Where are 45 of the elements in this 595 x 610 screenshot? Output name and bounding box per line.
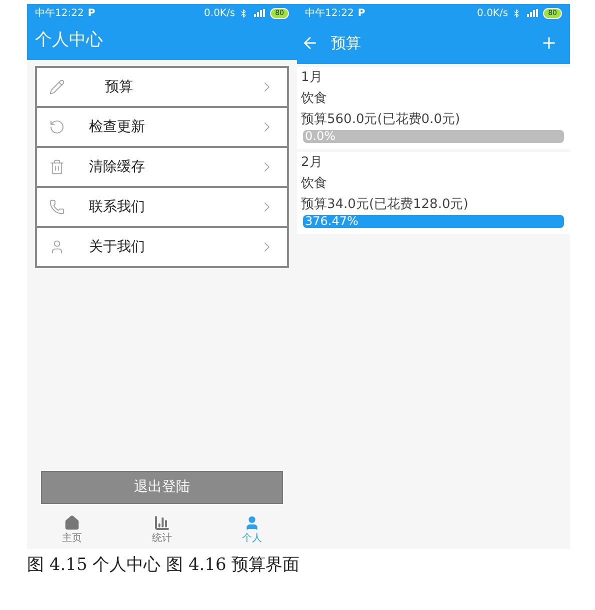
budget-card[interactable]: 1月 饮食 预算560.0元(已花费0.0元) 0.0% xyxy=(297,67,570,149)
bluetooth-icon xyxy=(239,8,248,18)
bar-chart-icon xyxy=(154,514,170,530)
network-speed: 0.0K/s xyxy=(204,6,236,20)
budget-summary: 预算560.0元(已花费0.0元) xyxy=(301,111,462,129)
pencil-icon xyxy=(49,79,65,95)
nav-tab[interactable]: 主页 xyxy=(42,514,102,546)
budget-month: 1月 xyxy=(301,69,324,87)
trash-icon xyxy=(49,159,65,175)
signal-icon xyxy=(252,9,266,17)
status-time: 中午12:22 xyxy=(305,6,354,20)
menu-item[interactable]: 预算 xyxy=(35,66,289,108)
budget-category: 饮食 xyxy=(301,90,328,108)
status-mark: P xyxy=(358,6,366,20)
phone-icon xyxy=(49,199,65,215)
budget-month: 2月 xyxy=(301,154,324,172)
person-icon xyxy=(244,514,260,530)
menu-label: 预算 xyxy=(105,78,134,96)
status-mark: P xyxy=(88,6,96,20)
screen-title: 预算 xyxy=(331,32,362,54)
person-icon xyxy=(49,239,65,255)
menu-label: 关于我们 xyxy=(89,238,146,256)
menu-label: 清除缓存 xyxy=(89,158,146,176)
menu-item[interactable]: 检查更新 xyxy=(35,106,289,148)
progress-percent: 376.47% xyxy=(305,215,358,228)
nav-tab[interactable]: 统计 xyxy=(132,514,192,546)
signal-icon xyxy=(525,9,540,17)
menu-label: 检查更新 xyxy=(89,118,146,136)
back-icon[interactable] xyxy=(301,34,319,52)
budget-category: 饮食 xyxy=(301,175,328,193)
refresh-icon xyxy=(49,119,65,135)
network-speed: 0.0K/s xyxy=(477,6,508,20)
menu-label: 联系我们 xyxy=(89,198,146,216)
home-icon xyxy=(64,514,80,530)
progress-percent: 0.0% xyxy=(305,130,336,143)
menu-item[interactable]: 联系我们 xyxy=(35,186,289,228)
budget-card[interactable]: 2月 饮食 预算34.0元(已花费128.0元) 376.47% xyxy=(297,152,570,234)
budget-summary: 预算34.0元(已花费128.0元) xyxy=(301,196,470,214)
bluetooth-icon xyxy=(512,8,522,18)
add-icon[interactable] xyxy=(540,34,558,52)
menu-item[interactable]: 关于我们 xyxy=(35,226,289,268)
menu-item[interactable]: 清除缓存 xyxy=(35,146,289,188)
figure-caption: 图 4.15 个人中心 图 4.16 预算界面 xyxy=(27,554,301,577)
screen-title: 个人中心 xyxy=(35,29,103,52)
status-time: 中午12:22 xyxy=(35,6,84,20)
